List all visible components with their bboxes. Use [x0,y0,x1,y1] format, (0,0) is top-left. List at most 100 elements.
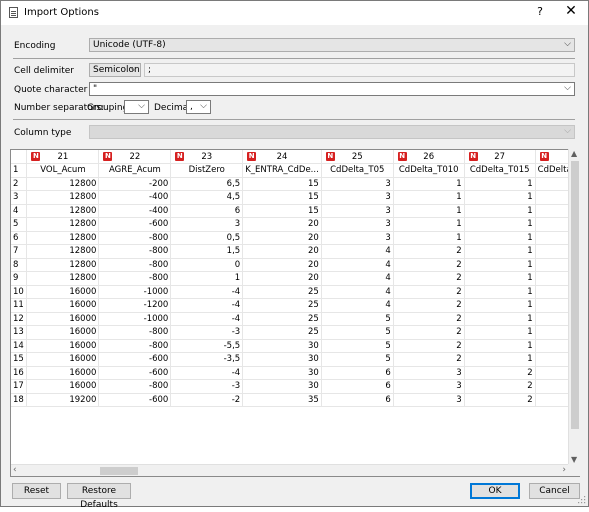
table-row[interactable]: 17 16000 -800 -3 30 6 3 2 [11,379,579,394]
table-cell[interactable]: 1 [464,258,536,272]
table-cell[interactable]: 1 [464,312,536,326]
encoding-combo[interactable]: Unicode (UTF-8) ⌵ [89,38,575,52]
table-cell[interactable]: 1 [464,352,536,367]
table-cell[interactable]: 1 [464,190,536,205]
table-cell[interactable]: 1 [393,177,465,191]
table-cell[interactable]: -200 [98,177,172,191]
table-cell[interactable]: 6 [321,366,394,380]
table-cell[interactable]: -800 [98,258,172,272]
table-cell[interactable]: 15 [242,190,322,205]
restore-defaults-button[interactable]: Restore Defaults [67,483,131,510]
table-cell[interactable]: 12800 [26,271,100,286]
table-cell[interactable]: 5 [321,339,394,353]
table-cell[interactable]: 1 [393,190,465,205]
table-row[interactable]: 2 12800 -200 6,5 15 3 1 1 [11,177,579,191]
scroll-right-icon[interactable]: › [562,465,566,475]
table-row[interactable]: 18 19200 -600 -2 35 6 3 2 [11,393,579,407]
vertical-scrollbar[interactable]: ▲ ▼ [568,149,580,464]
table-cell[interactable]: 1 [464,244,536,259]
table-cell[interactable]: -600 [98,352,172,367]
table-row[interactable]: 16 16000 -600 -4 30 6 3 2 [11,366,579,380]
table-cell[interactable]: 3 [321,217,394,232]
table-cell[interactable]: 5 [321,312,394,326]
column-name[interactable]: K_ENTRA_CdDe... [242,163,322,178]
table-cell[interactable]: 16000 [26,285,100,299]
grouping-combo[interactable]: ⌵ [124,100,149,114]
table-cell[interactable]: -1000 [98,285,172,299]
resize-grip-icon[interactable] [578,496,586,504]
column-name[interactable]: VOL_Acum [26,163,100,178]
table-cell[interactable]: 20 [242,258,322,272]
table-cell[interactable]: 0 [170,258,244,272]
column-header[interactable]: N 26 [393,150,465,164]
table-row[interactable]: 10 16000 -1000 -4 25 4 2 1 [11,285,579,299]
table-cell[interactable]: 2 [464,379,536,394]
table-row[interactable]: 12 16000 -1000 -4 25 5 2 1 [11,312,579,326]
table-cell[interactable]: -600 [98,393,172,407]
table-cell[interactable]: 2 [393,298,465,313]
table-cell[interactable]: -5,5 [170,339,244,353]
table-cell[interactable]: 15 [242,177,322,191]
table-cell[interactable]: -800 [98,325,172,340]
column-header[interactable]: N 25 [321,150,394,164]
table-row[interactable]: 14 16000 -800 -5,5 30 5 2 1 [11,339,579,353]
table-cell[interactable]: 2 [464,393,536,407]
table-cell[interactable]: 2 [393,285,465,299]
column-header[interactable]: N 24 [242,150,322,164]
column-name[interactable]: CdDelta_T015 [464,163,536,178]
table-cell[interactable]: 6 [170,204,244,218]
table-cell[interactable]: -4 [170,366,244,380]
table-cell[interactable]: 4,5 [170,190,244,205]
table-cell[interactable]: 12800 [26,231,100,245]
table-cell[interactable]: 35 [242,393,322,407]
table-cell[interactable]: 3 [321,204,394,218]
table-cell[interactable]: 1 [464,325,536,340]
table-cell[interactable]: 3 [393,366,465,380]
table-cell[interactable]: 20 [242,244,322,259]
cancel-button[interactable]: Cancel [529,483,580,499]
table-cell[interactable]: 2 [393,244,465,259]
table-row[interactable]: 6 12800 -800 0,5 20 3 1 1 [11,231,579,245]
column-name[interactable]: DistZero [170,163,244,178]
table-row[interactable]: 13 16000 -800 -3 25 5 2 1 [11,325,579,340]
table-cell[interactable]: -3 [170,379,244,394]
table-cell[interactable]: 12800 [26,217,100,232]
table-cell[interactable]: -800 [98,231,172,245]
table-cell[interactable]: 4 [321,298,394,313]
column-header[interactable]: N 23 [170,150,244,164]
cell-delimiter-combo[interactable]: Semicolon ⌵ [89,63,141,77]
table-cell[interactable]: 4 [321,258,394,272]
column-header[interactable]: N 21 [26,150,100,164]
table-cell[interactable]: -1000 [98,312,172,326]
table-cell[interactable]: 2 [393,271,465,286]
table-cell[interactable]: 1 [464,339,536,353]
table-cell[interactable]: -800 [98,271,172,286]
table-cell[interactable]: 25 [242,312,322,326]
table-cell[interactable]: 12800 [26,244,100,259]
table-cell[interactable]: 25 [242,298,322,313]
table-cell[interactable]: 3 [393,379,465,394]
table-cell[interactable]: -800 [98,339,172,353]
table-cell[interactable]: 1 [393,204,465,218]
table-cell[interactable]: 1 [464,217,536,232]
column-name[interactable]: AGRE_Acum [98,163,172,178]
table-cell[interactable]: 3 [170,217,244,232]
scroll-down-icon[interactable]: ▼ [571,455,577,464]
scroll-thumb[interactable] [100,467,138,475]
table-row[interactable]: 3 12800 -400 4,5 15 3 1 1 [11,190,579,205]
quote-character-combo[interactable]: " ⌵ [89,82,575,96]
table-cell[interactable]: 5 [321,352,394,367]
table-cell[interactable]: 4 [321,271,394,286]
table-cell[interactable]: 1 [464,204,536,218]
column-name[interactable]: CdDelta_T010 [393,163,465,178]
reset-button[interactable]: Reset [12,483,61,499]
table-cell[interactable]: 4 [321,244,394,259]
table-cell[interactable]: 1 [464,285,536,299]
table-cell[interactable]: 1,5 [170,244,244,259]
table-cell[interactable]: 2 [464,366,536,380]
table-cell[interactable]: 20 [242,217,322,232]
table-row[interactable]: 4 12800 -400 6 15 3 1 1 [11,204,579,218]
table-cell[interactable]: 1 [393,217,465,232]
table-cell[interactable]: -800 [98,379,172,394]
table-row[interactable]: 15 16000 -600 -3,5 30 5 2 1 [11,352,579,367]
